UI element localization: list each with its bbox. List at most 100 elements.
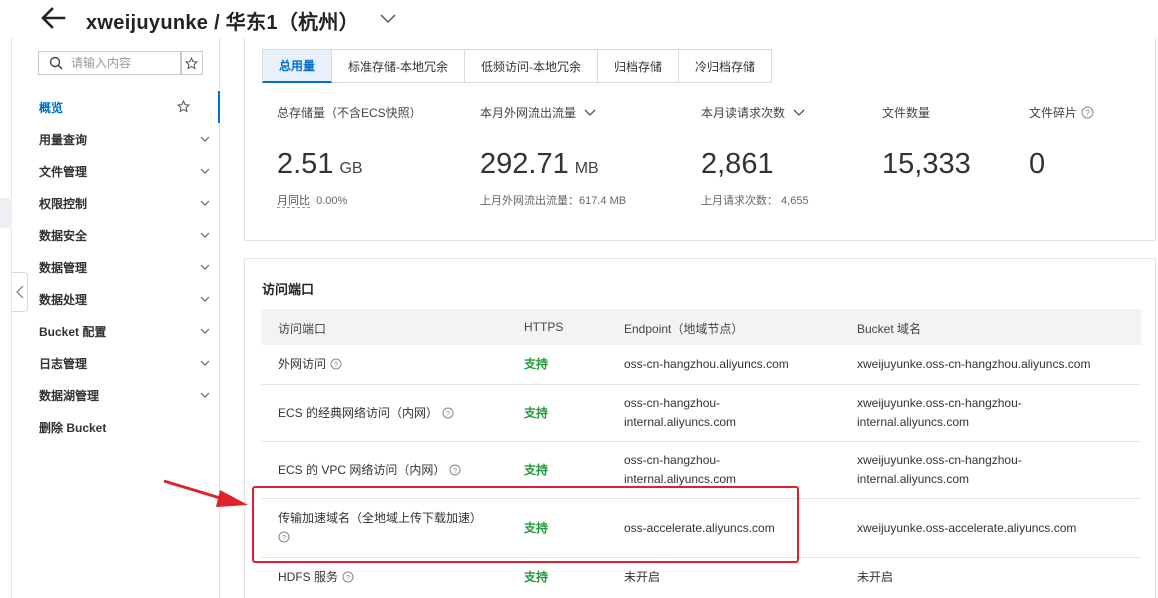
help-icon[interactable]: ?: [330, 358, 342, 370]
sidebar-item-label: 数据安全: [39, 228, 88, 243]
table-row: HDFS 服务? 支持 未开启 未开启: [261, 558, 1141, 598]
stat-value: 2.51 GB: [277, 148, 363, 181]
stat-label: 总存储量（不含ECS快照）: [277, 106, 422, 120]
chevron-down-icon: [200, 328, 210, 334]
sidebar-item-label: 数据处理: [39, 292, 88, 307]
chevron-down-icon: [200, 392, 210, 398]
tab-archive-storage[interactable]: 归档存储: [598, 49, 680, 83]
star-icon: [185, 56, 198, 70]
port-name: ECS 的经典网络访问（内网）?: [278, 404, 454, 423]
https-status: 支持: [524, 463, 549, 477]
star-icon[interactable]: [177, 100, 190, 113]
stat-value: 2,861: [701, 148, 774, 180]
search-box[interactable]: [38, 51, 182, 75]
sidebar-item-data-management[interactable]: 数据管理: [12, 251, 220, 283]
svg-text:?: ?: [346, 573, 350, 582]
column-header: Endpoint（地域节点）: [624, 322, 744, 336]
bucket-line: internal.aliyuncs.com: [857, 415, 970, 429]
sidebar-item-label: 文件管理: [39, 164, 88, 179]
https-status: 支持: [524, 570, 549, 584]
https-status: 支持: [524, 357, 549, 371]
tab-infrequent-access[interactable]: 低频访问-本地冗余: [465, 49, 599, 83]
chevron-down-icon: [200, 168, 210, 174]
endpoint-line: oss-cn-hangzhou-: [624, 396, 721, 410]
bucket-domain: xweijuyunke.oss-cn-hangzhou.aliyuncs.com: [857, 357, 1091, 371]
port-name-text: ECS 的 VPC 网络访问（内网）: [278, 463, 446, 477]
stat-value: 292.71 MB: [480, 148, 599, 181]
help-icon[interactable]: ?: [449, 464, 461, 476]
sidebar-item-data-processing[interactable]: 数据处理: [12, 283, 220, 315]
sidebar-item-label: 用量查询: [39, 132, 88, 147]
favorite-button[interactable]: [180, 51, 203, 75]
stat-number: 2.51: [277, 148, 334, 180]
bucket-line: xweijuyunke.oss-cn-hangzhou-: [857, 453, 1022, 467]
svg-text:?: ?: [453, 466, 457, 475]
tab-total-usage[interactable]: 总用量: [262, 49, 333, 83]
help-icon[interactable]: ?: [442, 407, 454, 419]
stat-label-text: 文件碎片: [1029, 106, 1078, 120]
page-title: xweijuyunke / 华东1（杭州）: [86, 12, 360, 34]
port-name-text: HDFS 服务: [278, 570, 339, 584]
stat-unit: MB: [574, 160, 599, 177]
sidebar-item-label: 数据管理: [39, 260, 88, 275]
section-title: 访问端口: [262, 282, 315, 297]
svg-text:?: ?: [334, 360, 338, 369]
column-header: Bucket 域名: [857, 322, 922, 336]
sidebar-item-overview[interactable]: 概览: [12, 91, 220, 123]
app-left-rail: [0, 38, 12, 598]
header: xweijuyunke / 华东1（杭州）: [0, 0, 1158, 38]
stat-value: 15,333: [882, 148, 971, 180]
bucket-domain: 未开启: [857, 570, 894, 584]
sidebar-item-permissions[interactable]: 权限控制: [12, 187, 220, 219]
sidebar-item-files[interactable]: 文件管理: [12, 155, 220, 187]
port-name-text: ECS 的经典网络访问（内网）: [278, 406, 439, 420]
help-icon[interactable]: ?: [1081, 106, 1094, 119]
search-icon: [49, 56, 63, 70]
rail-marker: [0, 198, 12, 228]
stat-label-text: 本月外网流出流量: [480, 106, 577, 120]
table-row: 外网访问? 支持 oss-cn-hangzhou.aliyuncs.com xw…: [261, 345, 1141, 385]
sidebar-item-usage[interactable]: 用量查询: [12, 123, 220, 155]
chevron-down-icon: [200, 200, 210, 206]
sidebar-item-data-security[interactable]: 数据安全: [12, 219, 220, 251]
chevron-down-icon: [200, 296, 210, 302]
port-name: 外网访问?: [278, 355, 342, 374]
sidebar: 概览 用量查询 文件管理 权限控制 数据安全 数据管理 数据处理 Bucket …: [12, 38, 220, 598]
back-arrow-icon[interactable]: [38, 4, 68, 32]
tab-standard-storage[interactable]: 标准存储-本地冗余: [332, 49, 466, 83]
port-name: ECS 的 VPC 网络访问（内网）?: [278, 461, 461, 480]
stat-sub: 上月外网流出流量：617.4 MB: [480, 195, 627, 207]
https-status: 支持: [524, 406, 549, 420]
sidebar-item-delete-bucket[interactable]: 删除 Bucket: [12, 411, 220, 443]
sidebar-item-label: 日志管理: [39, 356, 88, 371]
stat-label[interactable]: 本月外网流出流量: [480, 104, 596, 121]
month-compare-label[interactable]: 月同比: [277, 195, 310, 208]
column-header: 访问端口: [278, 322, 327, 336]
sidebar-item-data-lake[interactable]: 数据湖管理: [12, 379, 220, 411]
bucket-domain: xweijuyunke.oss-cn-hangzhou-internal.ali…: [857, 451, 1057, 489]
stat-sub: 月同比 0.00%: [277, 192, 347, 208]
tab-cold-archive[interactable]: 冷归档存储: [679, 49, 773, 83]
search-input[interactable]: [71, 56, 181, 70]
annotation-arrow-icon: [163, 479, 248, 507]
chevron-down-icon: [200, 232, 210, 238]
sidebar-item-logs[interactable]: 日志管理: [12, 347, 220, 379]
chevron-down-icon: [200, 136, 210, 142]
svg-text:?: ?: [1085, 109, 1090, 118]
stat-label[interactable]: 本月读请求次数: [701, 104, 805, 121]
port-name: HDFS 服务?: [278, 568, 354, 587]
stat-fragments: 文件碎片? 0: [1029, 104, 1094, 180]
stat-storage: 总存储量（不含ECS快照） 2.51 GB 月同比 0.00%: [277, 104, 422, 208]
sidebar-item-bucket-config[interactable]: Bucket 配置: [12, 315, 220, 347]
stat-sub: 上月请求次数： 4,655: [701, 195, 809, 207]
stat-label: 文件碎片?: [1029, 104, 1094, 121]
bucket-line: internal.aliyuncs.com: [857, 472, 970, 486]
port-name-text: 外网访问: [278, 357, 327, 371]
sidebar-item-label: 数据湖管理: [39, 388, 100, 403]
stat-files: 文件数量 15,333: [882, 104, 971, 180]
bucket-domain: xweijuyunke.oss-accelerate.aliyuncs.com: [857, 521, 1077, 535]
table-row: ECS 的经典网络访问（内网）? 支持 oss-cn-hangzhou-inte…: [261, 385, 1141, 442]
chevron-down-icon[interactable]: [378, 8, 398, 28]
help-icon[interactable]: ?: [342, 571, 354, 583]
sidebar-item-label: 删除 Bucket: [39, 420, 107, 435]
